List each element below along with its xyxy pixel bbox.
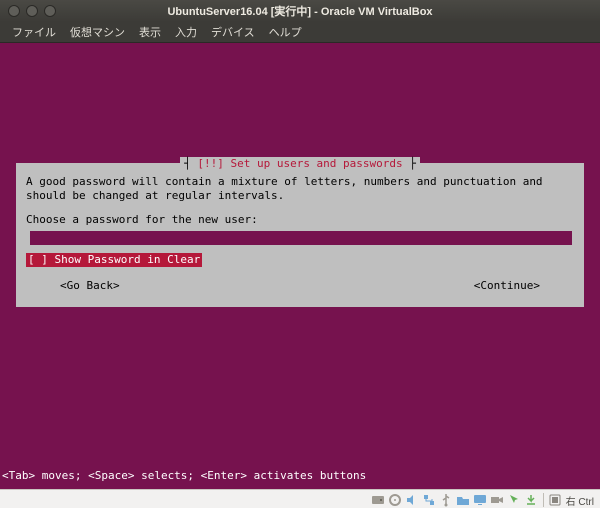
window-close-button[interactable] [8,5,20,17]
host-key-label: 右 Ctrl [564,493,594,508]
show-password-checkbox[interactable]: [ ] Show Password in Clear [26,253,202,267]
menu-bar: ファイル 仮想マシン 表示 入力 デバイス ヘルプ [0,22,600,43]
window-titlebar: UbuntuServer16.04 [実行中] - Oracle VM Virt… [0,0,600,22]
continue-button[interactable]: <Continue> [474,279,540,293]
dialog-title-text: Set up users and passwords [230,157,402,170]
menu-machine[interactable]: 仮想マシン [70,24,125,40]
videocap-icon [490,493,504,507]
go-back-button[interactable]: <Go Back> [60,279,120,293]
host-key-indicator-icon [549,494,561,506]
cd-icon [388,493,402,507]
dialog-title-marker: [!!] [197,157,230,170]
window-minimize-button[interactable] [26,5,38,17]
keyboard-icon [524,493,538,507]
shared-folder-icon [456,493,470,507]
menu-help[interactable]: ヘルプ [269,24,302,40]
password-prompt: Choose a password for the new user: [26,213,574,227]
window-title: UbuntuServer16.04 [実行中] - Oracle VM Virt… [0,3,600,19]
menu-devices[interactable]: デバイス [211,24,255,40]
dialog-title-open: ┤ [184,157,197,170]
menu-input[interactable]: 入力 [175,24,197,40]
dialog-title-close: ├ [403,157,416,170]
hdd-icon [371,493,385,507]
status-separator [543,493,544,507]
installer-dialog: ┤ [!!] Set up users and passwords ├ A go… [16,163,584,307]
dialog-help-text: A good password will contain a mixture o… [26,175,574,203]
mouse-icon [507,493,521,507]
menu-file[interactable]: ファイル [12,24,56,40]
vm-status-bar: 右 Ctrl [0,489,600,508]
menu-view[interactable]: 表示 [139,24,161,40]
password-input[interactable] [30,231,572,245]
keyboard-hint: <Tab> moves; <Space> selects; <Enter> ac… [2,469,366,483]
display-icon [473,493,487,507]
window-maximize-button[interactable] [44,5,56,17]
network-icon [422,493,436,507]
sound-icon [405,493,419,507]
usb-icon [439,493,453,507]
guest-display[interactable]: ┤ [!!] Set up users and passwords ├ A go… [0,43,600,489]
